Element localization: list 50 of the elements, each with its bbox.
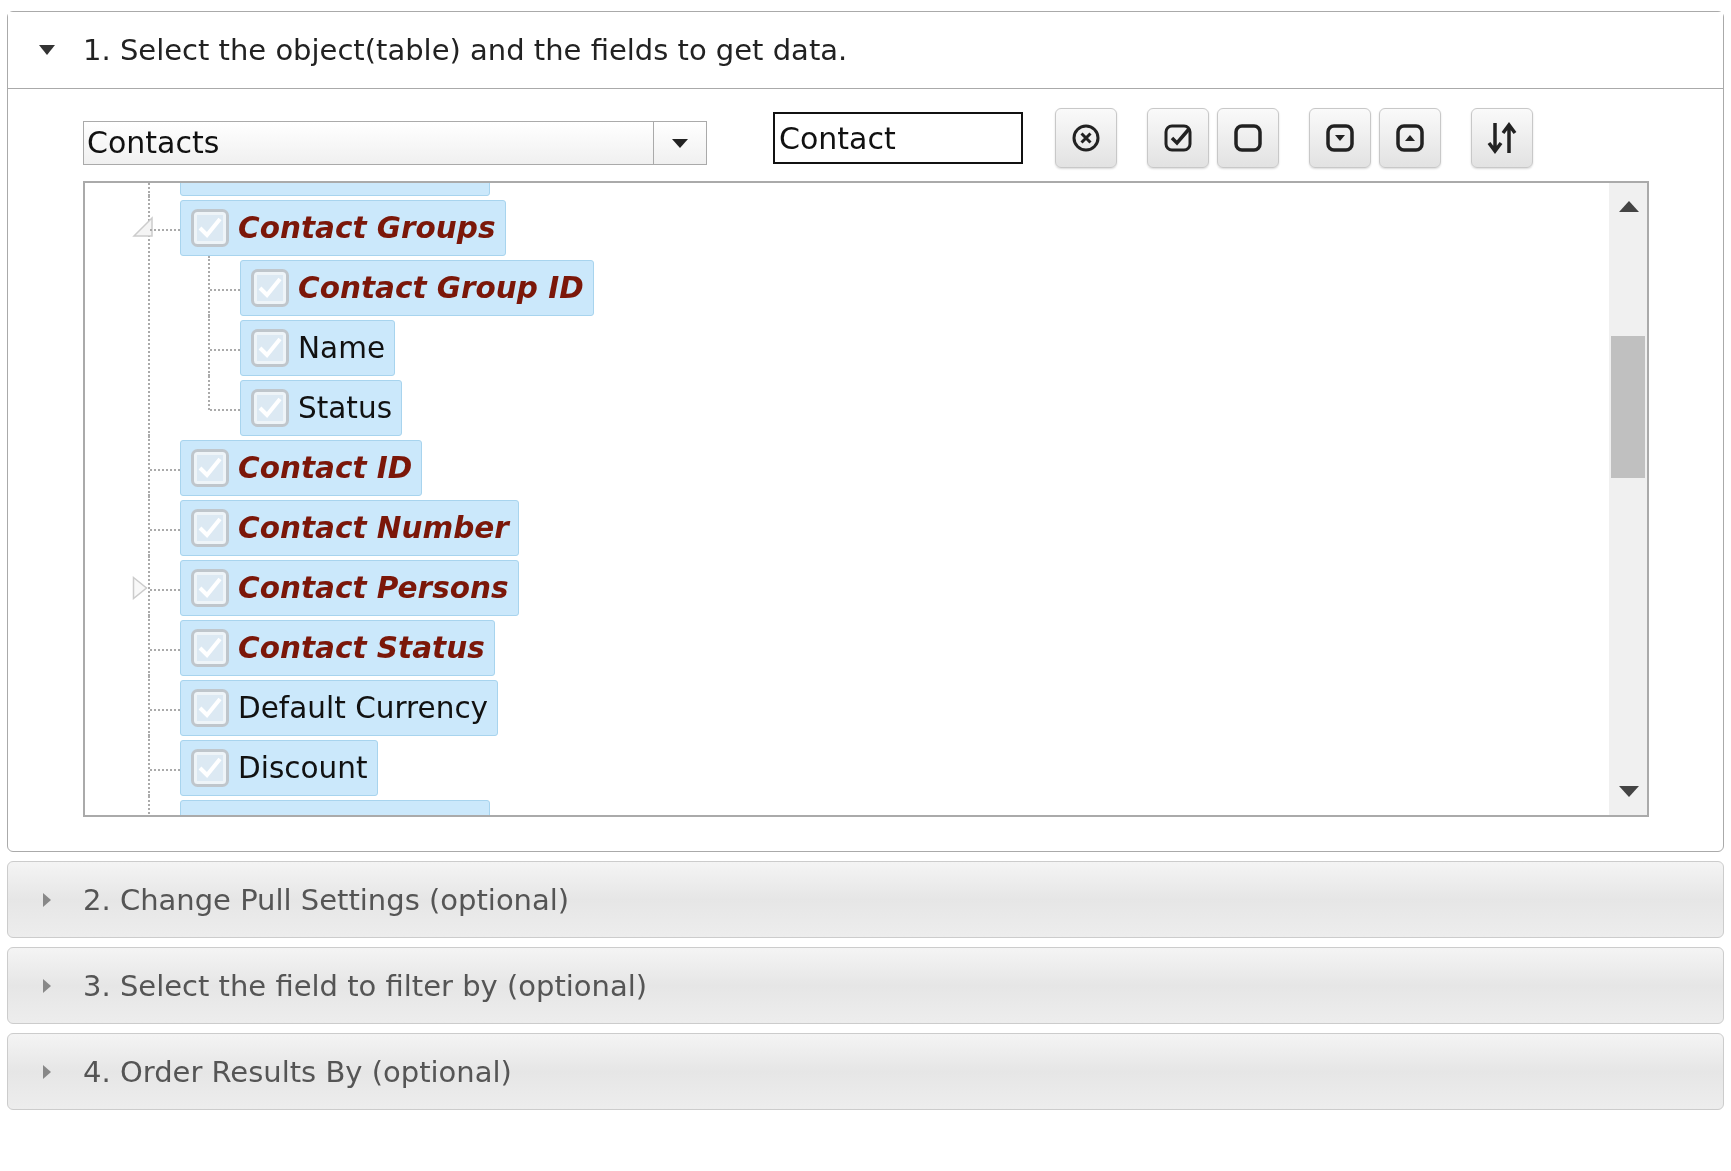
sort-button[interactable] xyxy=(1471,108,1533,168)
scrollbar[interactable] xyxy=(1609,183,1647,815)
circle-x-icon xyxy=(1071,123,1101,153)
scrollbar-thumb[interactable] xyxy=(1611,336,1645,478)
tree-node[interactable]: Discount xyxy=(180,740,378,796)
section-title: 4. Order Results By (optional) xyxy=(83,1054,512,1089)
section-header[interactable]: 2. Change Pull Settings (optional) xyxy=(7,861,1724,938)
tree-node[interactable]: Contact Number xyxy=(180,500,519,556)
checkbox[interactable] xyxy=(191,569,229,607)
checkbox[interactable] xyxy=(191,509,229,547)
checkbox[interactable] xyxy=(251,389,289,427)
clear-search-button[interactable] xyxy=(1055,108,1117,168)
section-header[interactable]: 3. Select the field to filter by (optional) xyxy=(7,947,1724,1024)
expanded-triangle-icon[interactable] xyxy=(132,216,154,238)
uncheck-all-button[interactable] xyxy=(1217,108,1279,168)
checkbox[interactable] xyxy=(251,269,289,307)
checkbox[interactable] xyxy=(251,329,289,367)
checkbox[interactable] xyxy=(191,749,229,787)
empty-box-icon xyxy=(1233,123,1263,153)
search-field[interactable]: Contact xyxy=(773,112,1023,164)
section-title: 1. Select the object(table) and the fields to get data. xyxy=(83,33,848,67)
tree-node[interactable]: Contact Group ID xyxy=(240,260,594,316)
section-header[interactable]: 1. Select the object(table) and the fields to get data. xyxy=(8,12,1723,89)
expand-all-button[interactable] xyxy=(1309,108,1371,168)
tree-node[interactable]: Contact Groups xyxy=(180,200,506,256)
collapse-all-button[interactable] xyxy=(1379,108,1441,168)
section-header[interactable]: 4. Order Results By (optional) xyxy=(7,1033,1724,1110)
scroll-down-icon[interactable] xyxy=(1619,786,1639,797)
tree-node[interactable]: Contact ID xyxy=(180,440,423,496)
up-down-arrows-icon xyxy=(1486,121,1518,155)
checkbox[interactable] xyxy=(191,629,229,667)
up-triangle-box-icon xyxy=(1395,123,1425,153)
expanded-triangle-icon xyxy=(36,44,58,56)
object-dropdown[interactable]: Contacts xyxy=(83,121,707,165)
down-triangle-box-icon xyxy=(1325,123,1355,153)
section-title: 2. Change Pull Settings (optional) xyxy=(83,882,570,917)
tree-node[interactable]: Default Currency xyxy=(180,680,499,736)
checkbox[interactable] xyxy=(191,689,229,727)
checked-box-icon xyxy=(1163,123,1193,153)
collapsed-triangle-icon[interactable] xyxy=(132,576,148,600)
scroll-up-icon[interactable] xyxy=(1619,201,1639,212)
dropdown-caret-icon xyxy=(671,137,689,149)
check-all-button[interactable] xyxy=(1147,108,1209,168)
tree-node[interactable]: Contact Status xyxy=(180,620,495,676)
tree-node[interactable]: Name xyxy=(240,320,396,376)
checkbox[interactable] xyxy=(191,449,229,487)
section-title: 3. Select the field to filter by (optional) xyxy=(83,968,648,1003)
tree-node[interactable]: Status xyxy=(240,380,402,436)
checkbox[interactable] xyxy=(191,209,229,247)
tree-node[interactable]: Contact Persons xyxy=(180,560,519,616)
